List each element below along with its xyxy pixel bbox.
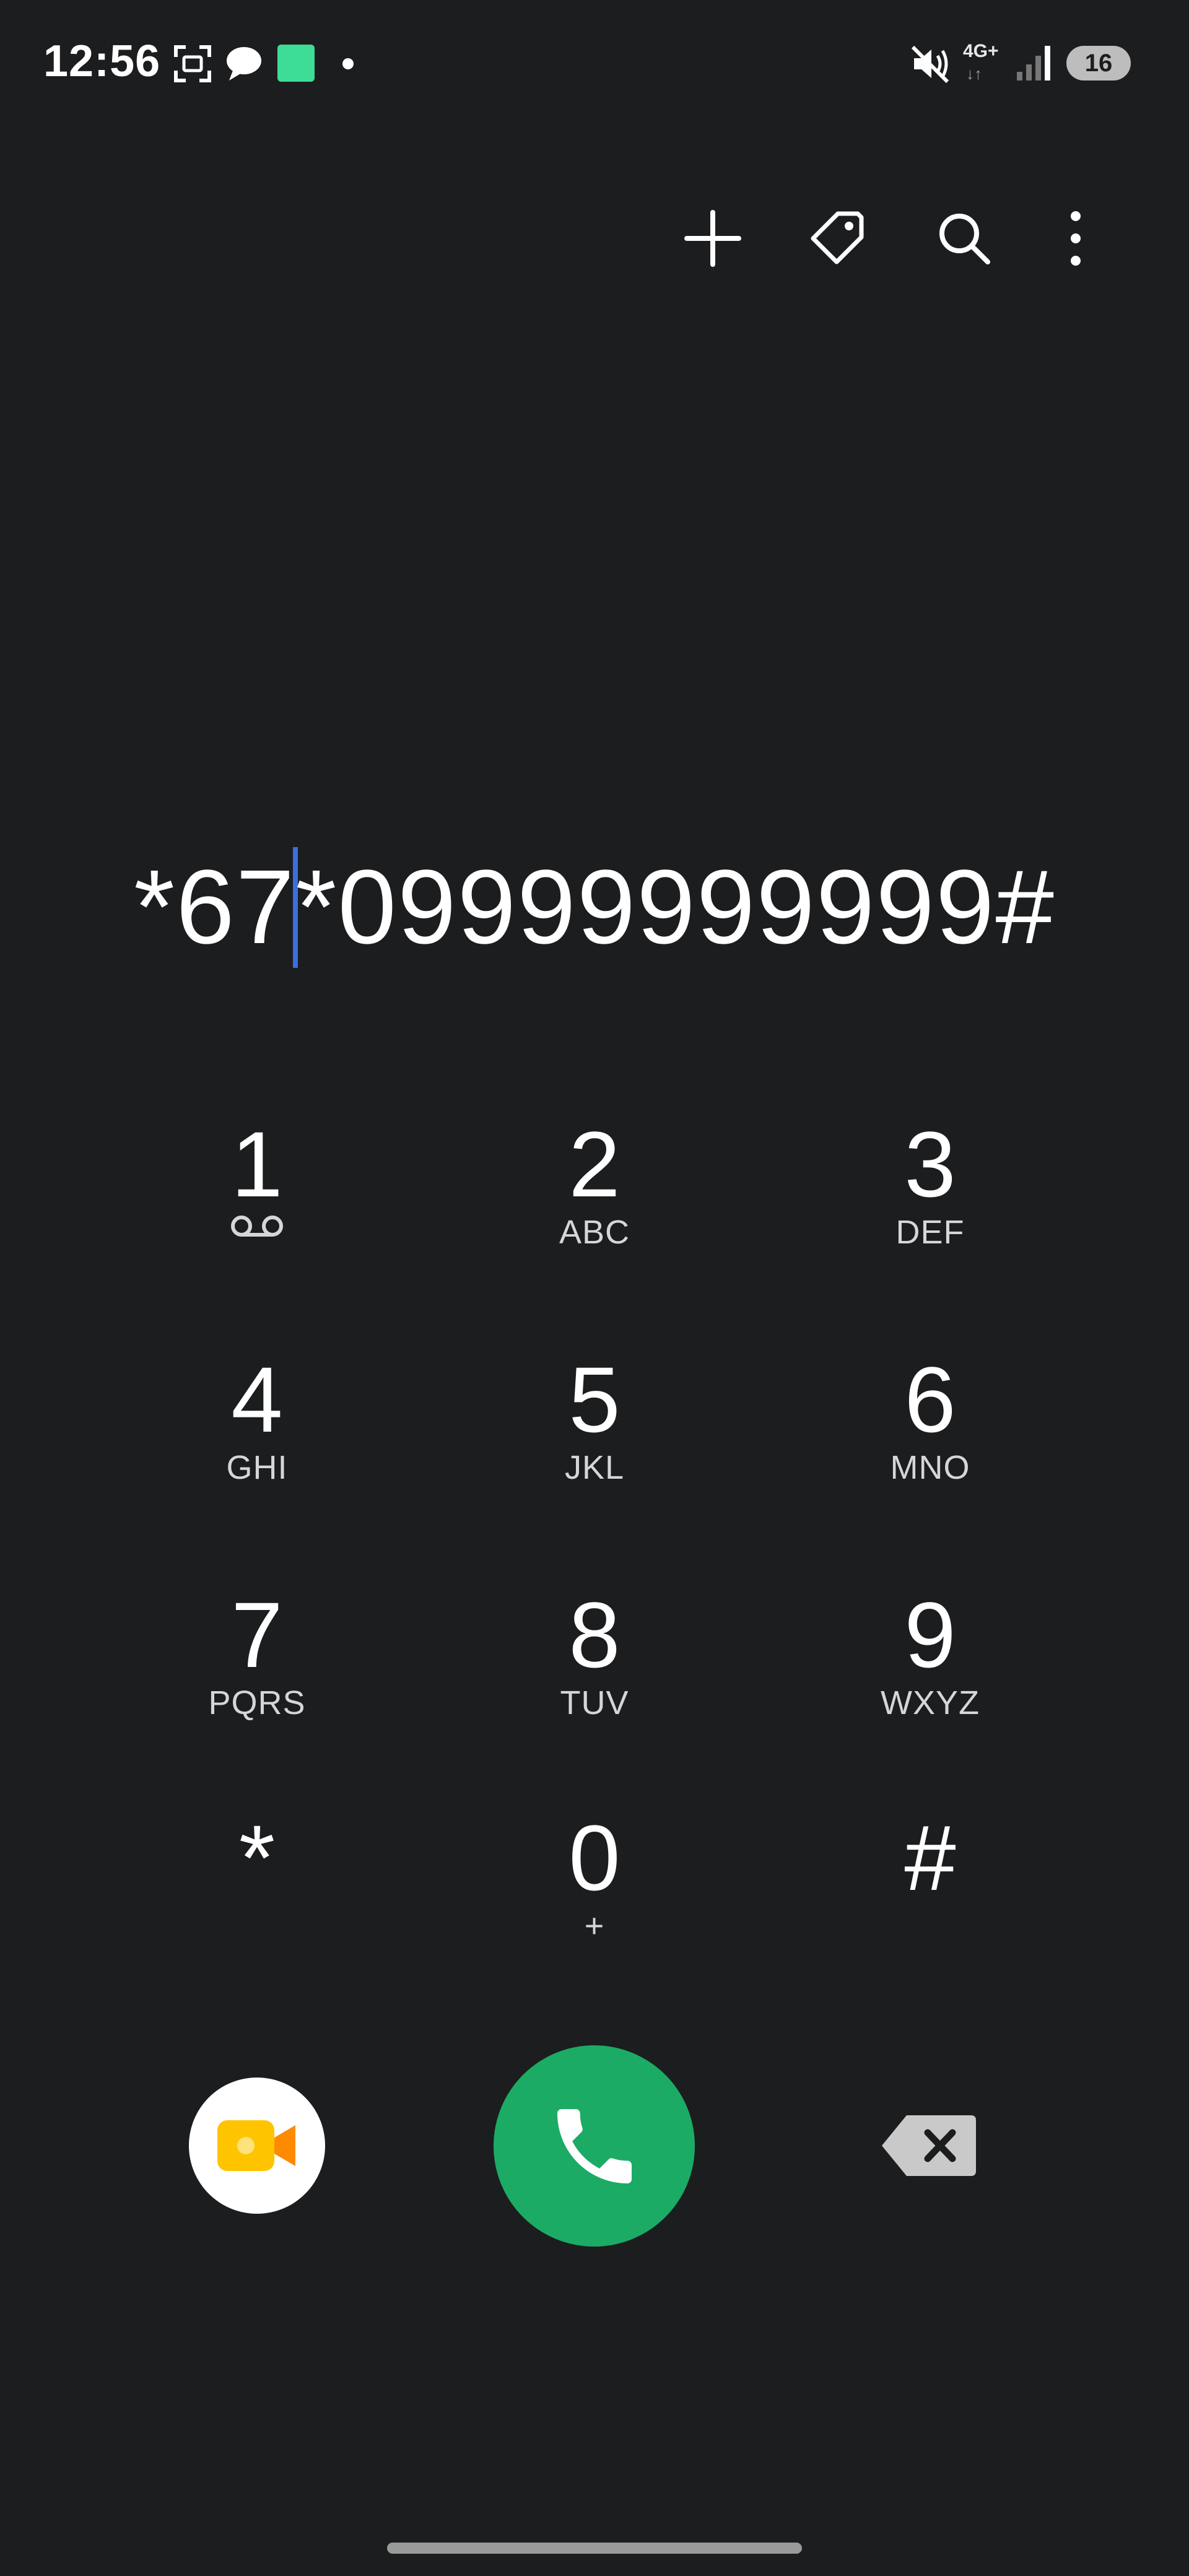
phone-icon xyxy=(557,2108,632,2183)
key-digit: 9 xyxy=(904,1583,956,1687)
key-6[interactable]: 6 MNO xyxy=(837,1350,1023,1523)
tag-icon xyxy=(811,211,864,264)
key-5[interactable]: 5 JKL xyxy=(502,1350,687,1523)
battery-level: 16 xyxy=(1066,46,1131,80)
key-letters: DEF xyxy=(895,1214,965,1251)
key-0[interactable]: 0 + xyxy=(502,1808,687,1982)
key-9[interactable]: 9 WXYZ xyxy=(837,1585,1023,1759)
key-digit: 2 xyxy=(568,1112,621,1216)
home-gesture-bar[interactable] xyxy=(387,2543,802,2554)
dialed-number-after-cursor: *09999999999# xyxy=(295,848,1055,966)
dialed-number-field[interactable]: *67 *09999999999# xyxy=(0,846,1189,968)
status-time: 12:56 xyxy=(43,37,161,86)
backspace-icon xyxy=(882,2115,976,2176)
key-digit: 5 xyxy=(568,1347,621,1451)
key-3[interactable]: 3 DEF xyxy=(837,1115,1023,1288)
key-digit: 4 xyxy=(231,1347,283,1451)
backspace-button[interactable] xyxy=(873,2105,985,2186)
signal-strength-icon xyxy=(1017,46,1050,80)
key-digit: 1 xyxy=(231,1112,283,1216)
screenshot-notification-icon xyxy=(174,45,211,82)
voicemail-icon xyxy=(231,1216,283,1237)
key-letters: + xyxy=(584,1907,605,1944)
key-letters: JKL xyxy=(564,1449,625,1486)
key-digit: 8 xyxy=(568,1583,621,1687)
key-letters: GHI xyxy=(226,1449,288,1486)
key-digit: * xyxy=(238,1806,276,1910)
key-digit: 6 xyxy=(904,1347,956,1451)
key-letters: PQRS xyxy=(208,1684,306,1721)
key-letters: MNO xyxy=(890,1449,970,1486)
dialed-number-before-cursor: *67 xyxy=(134,848,296,966)
key-letters: TUV xyxy=(560,1684,629,1721)
more-vertical-icon xyxy=(1071,211,1081,266)
key-digit: 0 xyxy=(568,1806,621,1910)
data-activity-arrows: ↓↑ xyxy=(966,64,982,83)
key-hash[interactable]: # xyxy=(837,1808,1023,1982)
key-letters: ABC xyxy=(559,1214,630,1251)
key-letters: WXYZ xyxy=(881,1684,980,1721)
search-button[interactable] xyxy=(930,204,998,272)
network-type-label: 4G+ xyxy=(963,41,999,61)
app-notification-icon xyxy=(277,45,315,82)
plus-icon xyxy=(684,210,741,267)
key-star[interactable]: * xyxy=(164,1808,350,1982)
status-bar: 12:56 4G+ ↓↑ 16 xyxy=(0,0,1189,130)
tag-button[interactable] xyxy=(803,204,871,272)
key-7[interactable]: 7 PQRS xyxy=(164,1585,350,1759)
more-options-button[interactable] xyxy=(1042,204,1110,272)
key-digit: 3 xyxy=(904,1112,956,1216)
key-digit: 7 xyxy=(231,1583,283,1687)
call-button[interactable] xyxy=(494,2045,695,2247)
key-2[interactable]: 2 ABC xyxy=(502,1115,687,1288)
key-8[interactable]: 8 TUV xyxy=(502,1585,687,1759)
key-4[interactable]: 4 GHI xyxy=(164,1350,350,1523)
sound-muted-icon xyxy=(911,45,949,84)
add-contact-button[interactable] xyxy=(679,204,747,272)
chat-notification-icon xyxy=(227,47,261,80)
video-camera-icon xyxy=(217,2120,295,2171)
search-icon xyxy=(939,214,990,264)
video-call-button[interactable] xyxy=(189,2078,325,2214)
more-notifications-dot xyxy=(342,58,354,69)
key-1[interactable]: 1 xyxy=(164,1115,350,1288)
key-digit: # xyxy=(904,1806,956,1910)
